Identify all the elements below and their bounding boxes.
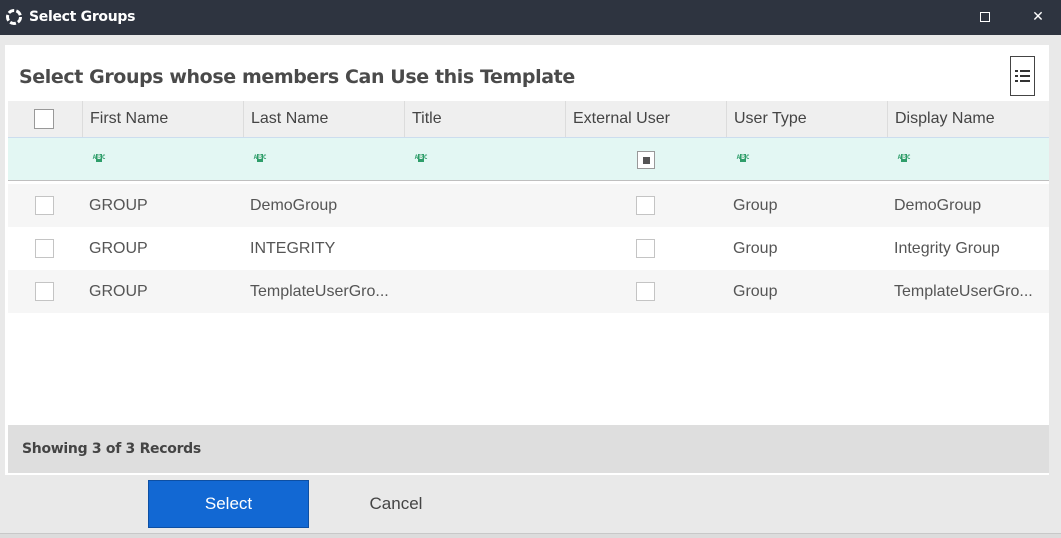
text-filter-icon[interactable]: ABC <box>252 152 268 164</box>
external-user-checkbox <box>636 196 655 215</box>
text-filter-icon[interactable]: ABC <box>735 152 751 164</box>
cell-first-name: GROUP <box>89 240 148 257</box>
column-header-user-type[interactable]: User Type <box>726 101 887 137</box>
cell-user-type: Group <box>733 283 778 300</box>
text-filter-icon[interactable]: ABC <box>413 152 429 164</box>
cell-display-name: Integrity Group <box>894 240 1000 257</box>
window-title: Select Groups <box>29 9 136 25</box>
cell-first-name: GROUP <box>89 197 148 214</box>
cell-title <box>411 270 561 313</box>
column-chooser-button[interactable] <box>1010 56 1035 96</box>
cell-display-name: DemoGroup <box>894 197 982 214</box>
panel-title: Select Groups whose members Can Use this… <box>19 66 575 88</box>
records-count: Showing 3 of 3 Records <box>22 441 201 457</box>
close-button[interactable]: ✕ <box>1026 6 1050 28</box>
column-header-display-name[interactable]: Display Name <box>887 101 1049 137</box>
select-groups-panel: Select Groups whose members Can Use this… <box>5 45 1049 475</box>
column-header-last-name[interactable]: Last Name <box>243 101 404 137</box>
table-row[interactable]: GROUP TemplateUserGro... Group TemplateU… <box>8 270 1049 313</box>
external-user-filter-checkbox[interactable] <box>637 151 655 169</box>
close-icon: ✕ <box>1032 9 1044 25</box>
cell-title <box>411 184 561 227</box>
external-user-checkbox <box>636 282 655 301</box>
cell-user-type: Group <box>733 197 778 214</box>
cell-display-name: TemplateUserGro... <box>894 283 1033 300</box>
cell-user-type: Group <box>733 240 778 257</box>
text-filter-icon[interactable]: ABC <box>91 152 107 164</box>
grid-footer: Showing 3 of 3 Records <box>8 425 1049 473</box>
cell-first-name: GROUP <box>89 283 148 300</box>
cell-last-name: DemoGroup <box>250 197 338 214</box>
external-user-checkbox <box>636 239 655 258</box>
table-row[interactable]: GROUP INTEGRITY Group Integrity Group <box>8 227 1049 270</box>
column-chooser-icon <box>1015 70 1030 72</box>
text-filter-icon[interactable]: ABC <box>896 152 912 164</box>
window-titlebar: Select Groups ✕ <box>0 0 1061 35</box>
cell-last-name: TemplateUserGro... <box>250 283 389 300</box>
gear-icon <box>6 9 22 25</box>
cancel-button[interactable]: Cancel <box>330 480 462 528</box>
row-select-checkbox[interactable] <box>35 239 54 258</box>
filter-row: ABC ABC ABC ABC ABC <box>8 137 1049 181</box>
select-all-checkbox[interactable] <box>34 109 54 129</box>
maximize-button[interactable] <box>973 6 997 28</box>
select-button[interactable]: Select <box>148 480 309 528</box>
bottom-divider <box>0 533 1061 538</box>
table-row[interactable]: GROUP DemoGroup Group DemoGroup <box>8 184 1049 227</box>
row-select-checkbox[interactable] <box>35 196 54 215</box>
column-header-external-user[interactable]: External User <box>565 101 726 137</box>
row-select-checkbox[interactable] <box>35 282 54 301</box>
maximize-icon <box>980 12 990 22</box>
column-header-title[interactable]: Title <box>404 101 565 137</box>
column-header-first-name[interactable]: First Name <box>82 101 243 137</box>
cell-last-name: INTEGRITY <box>250 240 336 257</box>
grid-header: First Name Last Name Title External User… <box>8 101 1049 137</box>
cell-title <box>411 227 561 270</box>
